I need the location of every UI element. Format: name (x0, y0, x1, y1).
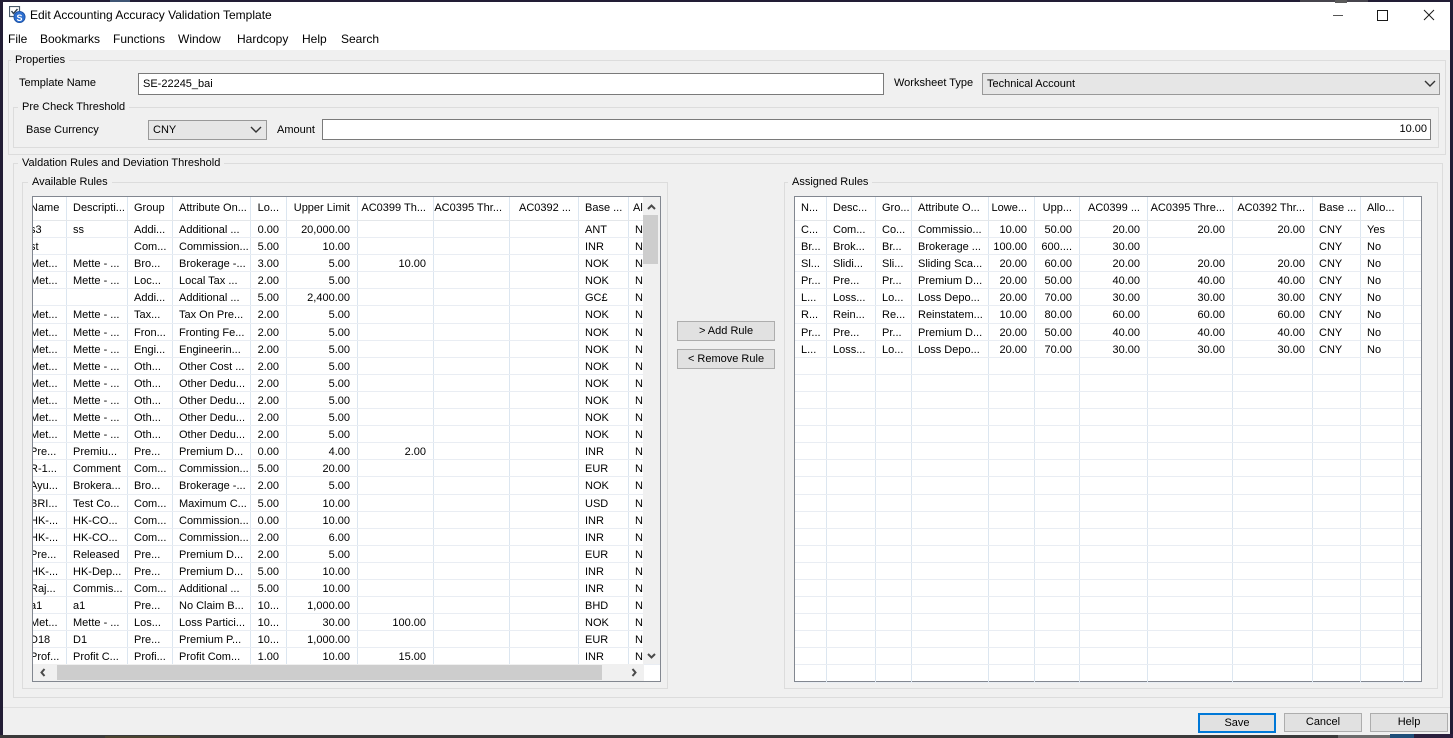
svg-text:S: S (16, 13, 22, 23)
